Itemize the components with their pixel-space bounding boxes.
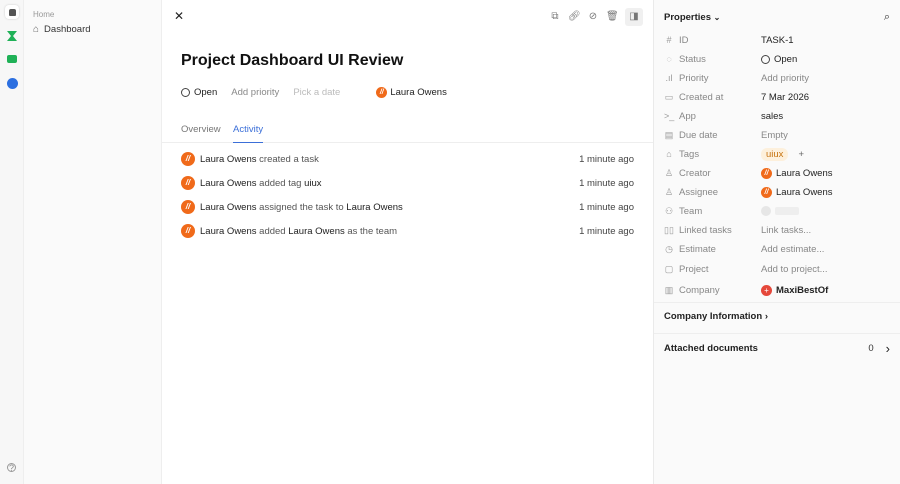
timestamp: 1 minute ago <box>579 153 634 165</box>
close-icon[interactable]: ✕ <box>172 10 186 24</box>
priority-button[interactable]: Add priority <box>231 87 279 98</box>
property-tags: ⌂ Tags uiux + <box>664 146 890 162</box>
sidebar-item-label: Dashboard <box>44 24 91 35</box>
calendar-icon: ▭ <box>664 91 674 102</box>
avatar: // <box>761 186 772 198</box>
sidebar-item-dashboard[interactable]: ⌂ Dashboard <box>33 24 91 35</box>
property-linked-tasks: ▯▯ Linked tasks Link tasks... <box>664 224 812 236</box>
user-plus-icon: ♙ <box>664 186 674 197</box>
bars-icon: .ıl <box>665 73 673 83</box>
properties-toggle[interactable]: Properties ⌄ <box>664 12 720 23</box>
calendar-icon: ▤ <box>664 129 674 140</box>
activity-item: //Laura Owens added tag uiux 1 minute ago <box>181 175 634 191</box>
tag-icon: ⌂ <box>666 149 672 159</box>
timestamp: 1 minute ago <box>579 201 634 213</box>
actor[interactable]: Laura Owens <box>200 226 257 237</box>
placeholder-avatar <box>761 206 771 216</box>
add-tag-button[interactable]: + <box>798 149 804 160</box>
activity-item: //Laura Owens created a task 1 minute ago <box>181 151 634 167</box>
users-icon: ⚇ <box>664 205 674 216</box>
search-icon[interactable]: ⌕ <box>884 11 890 24</box>
check-circle-icon[interactable]: ⊘ <box>587 11 599 23</box>
chevron-right-icon: › <box>764 311 768 322</box>
avatar: // <box>761 167 772 179</box>
avatar: // <box>181 200 195 214</box>
property-created-at: ▭ Created at 7 Mar 2026 <box>664 91 810 103</box>
actor[interactable]: Laura Owens <box>200 178 257 189</box>
property-priority: .ıl Priority Add priority <box>665 72 810 84</box>
chevron-right-icon[interactable]: › <box>886 341 890 356</box>
task-detail: ✕ ⧉ 🔗︎ ⊘ 🗑︎ ◨ Project Dashboard UI Revie… <box>162 0 653 484</box>
page-title: Project Dashboard UI Review <box>181 52 404 69</box>
status-label: Open <box>194 86 218 98</box>
tab-activity[interactable]: Activity <box>233 124 264 143</box>
property-assignee: ♙ Assignee//Laura Owens <box>664 186 833 198</box>
green-app-icon[interactable] <box>5 29 19 43</box>
date-picker[interactable]: Pick a date <box>293 87 340 98</box>
status-open-icon <box>761 54 770 64</box>
property-team: ⚇ Team <box>664 203 890 219</box>
link-icon[interactable]: 🔗︎ <box>568 11 581 23</box>
trash-icon[interactable]: 🗑︎ <box>606 11 619 23</box>
activity-item: //Laura Owens assigned the task to Laura… <box>181 199 634 215</box>
copy-icon[interactable]: ⧉ <box>549 11 561 23</box>
home-icon: ⌂ <box>33 24 40 35</box>
timestamp: 1 minute ago <box>579 225 634 237</box>
timestamp: 1 minute ago <box>579 177 634 189</box>
property-due-date: ▤ Due date Empty <box>664 129 788 141</box>
property-status: ◌ Status Open <box>664 51 890 67</box>
sidebar: Home ⌂ Dashboard <box>24 0 162 484</box>
tab-overview[interactable]: Overview <box>181 124 221 135</box>
properties-panel: Properties ⌄ ⌕ # ID TASK-1 ◌ Status Open .ıl… <box>653 0 900 484</box>
attached-documents[interactable]: Attached documents 0 › <box>664 341 890 356</box>
toggle-panel-icon[interactable]: ◨ <box>625 8 643 26</box>
avatar: // <box>181 224 195 238</box>
linked-icon: ▯▯ <box>664 224 674 235</box>
chevron-down-icon: ⌄ <box>713 13 721 22</box>
home-app-icon[interactable] <box>5 5 19 19</box>
assignee-name: Laura Owens <box>390 86 447 98</box>
actor[interactable]: Laura Owens <box>200 154 257 165</box>
status-dashed-icon: ◌ <box>666 54 672 64</box>
property-creator: ♙ Creator//Laura Owens <box>664 167 833 179</box>
avatar: // <box>181 176 195 190</box>
blue-app-icon[interactable] <box>5 76 19 90</box>
help-icon[interactable]: ? <box>7 463 16 473</box>
company-logo: + <box>761 284 772 296</box>
status-open-icon <box>181 87 190 97</box>
app-rail: ? <box>0 0 24 484</box>
meet-app-icon[interactable] <box>5 52 19 66</box>
assignee-button[interactable]: //Laura Owens <box>376 86 447 98</box>
property-app: >_ App sales <box>664 110 784 122</box>
attached-count: 0 <box>868 343 874 354</box>
activity-item: //Laura Owens added Laura Owens as the t… <box>181 223 634 239</box>
property-id: # ID TASK-1 <box>664 32 890 48</box>
hash-icon: # <box>666 35 672 45</box>
clock-icon: ◷ <box>665 243 673 254</box>
actor[interactable]: Laura Owens <box>200 202 257 213</box>
status-value[interactable]: Open <box>761 54 797 65</box>
building-icon: ▥ <box>664 284 674 295</box>
avatar: // <box>181 152 195 166</box>
tag-badge[interactable]: uiux <box>761 147 789 161</box>
project-icon: ▢ <box>664 263 674 274</box>
status-button[interactable]: Open <box>181 87 217 98</box>
avatar: // <box>376 86 388 98</box>
user-icon: ♙ <box>664 167 674 178</box>
property-estimate: ◷ Estimate Add estimate... <box>665 243 825 255</box>
property-company: ▥ Company + MaxiBestOf <box>664 284 829 296</box>
property-project: ▢ Project Add to project... <box>664 263 828 275</box>
sidebar-section-label: Home <box>33 10 55 19</box>
properties-title: Properties <box>664 12 711 23</box>
company-information-toggle[interactable]: Company Information › <box>664 311 768 322</box>
terminal-icon: >_ <box>664 111 675 121</box>
